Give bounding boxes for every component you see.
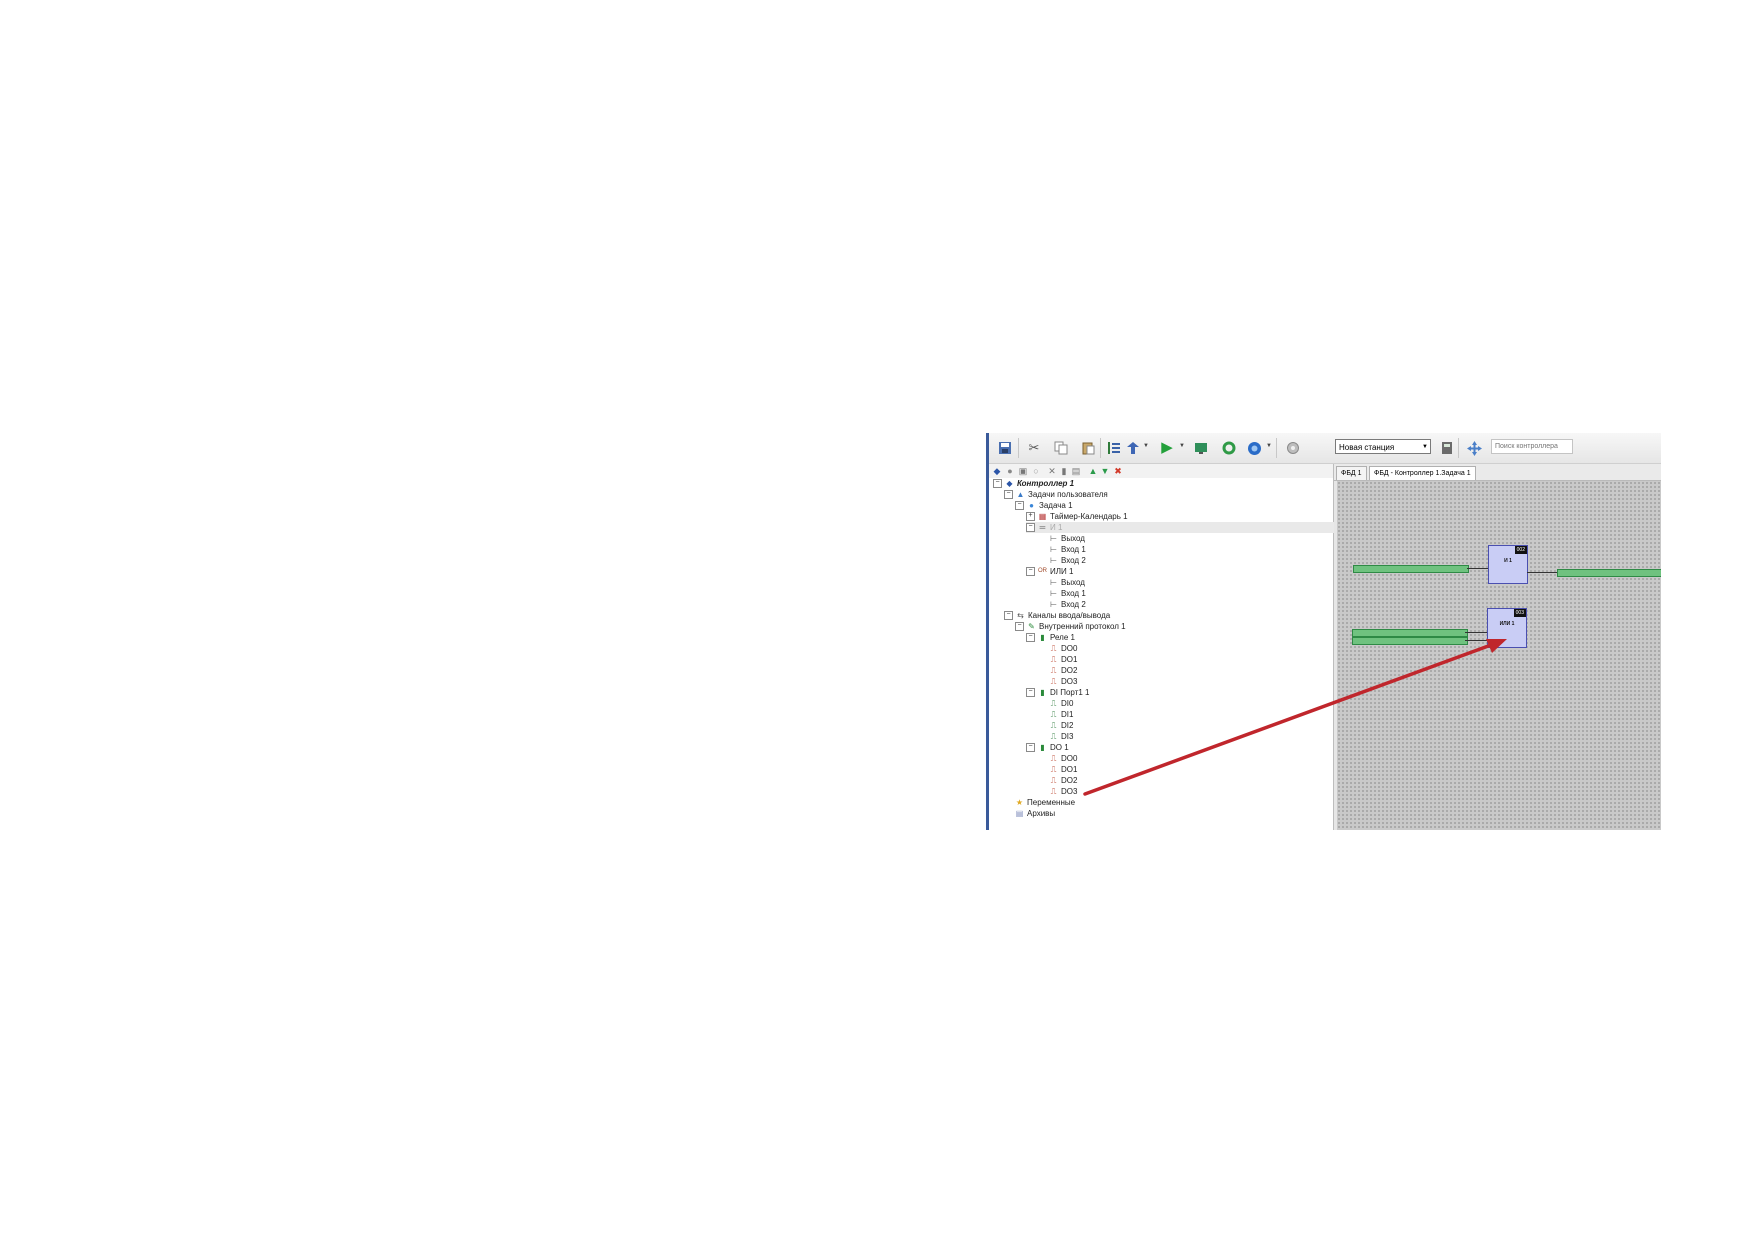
arrow-shaft [1083,643,1493,796]
application-window: ✂ ▼ ▶ ▼ ▼ Новая станция ▼ Поиск контролл… [986,433,1661,830]
arrow-head [1486,639,1507,653]
annotation-arrow [1083,639,1507,796]
